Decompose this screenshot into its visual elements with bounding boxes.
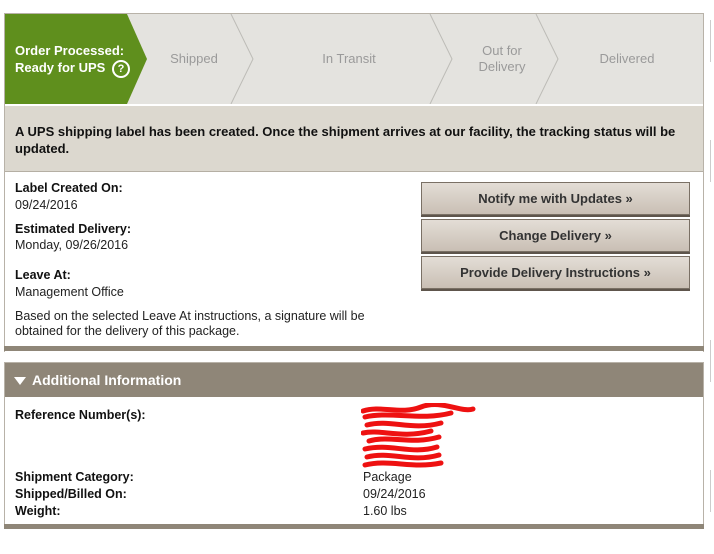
weight-label: Weight: bbox=[15, 504, 61, 518]
delivery-instructions-button[interactable]: Provide Delivery Instructions » bbox=[421, 256, 690, 289]
step-in-transit: In Transit bbox=[257, 14, 441, 104]
signature-note-line2: obtained for the delivery of this packag… bbox=[15, 324, 240, 338]
leave-at-value: Management Office bbox=[15, 285, 124, 299]
adjacent-panel-edge bbox=[710, 340, 714, 382]
additional-info-title: Additional Information bbox=[32, 372, 182, 388]
collapse-triangle-icon bbox=[14, 377, 26, 386]
redaction-scribble bbox=[361, 403, 476, 468]
step-order-processed: Order Processed: Ready for UPS ? bbox=[15, 42, 130, 78]
step-label: Delivered bbox=[599, 51, 655, 66]
step-delivered: Delivered bbox=[561, 14, 693, 104]
shipment-category-value: Package bbox=[363, 470, 412, 484]
step-out-for-delivery: Out for Delivery bbox=[455, 14, 549, 104]
help-icon[interactable]: ? bbox=[111, 59, 130, 78]
shipment-category-label: Shipment Category: bbox=[15, 470, 134, 484]
shipped-billed-value: 09/24/2016 bbox=[363, 487, 426, 501]
status-notice: A UPS shipping label has been created. O… bbox=[5, 106, 703, 172]
signature-note-line1: Based on the selected Leave At instructi… bbox=[15, 309, 365, 323]
notice-text: A UPS shipping label has been created. O… bbox=[15, 124, 676, 156]
estimated-delivery-value: Monday, 09/26/2016 bbox=[15, 238, 129, 252]
change-delivery-button[interactable]: Change Delivery » bbox=[421, 219, 690, 252]
panel-bottom-border bbox=[4, 346, 704, 351]
estimated-delivery-label: Estimated Delivery: bbox=[15, 222, 132, 236]
label-created-label: Label Created On: bbox=[15, 181, 123, 195]
step-label: Out for bbox=[482, 43, 522, 58]
panel-bottom-border bbox=[4, 524, 704, 529]
leave-at-label: Leave At: bbox=[15, 268, 71, 282]
step-active-line2: Ready for UPS bbox=[15, 60, 106, 75]
redaction-strokes bbox=[361, 403, 476, 468]
notify-updates-button[interactable]: Notify me with Updates » bbox=[421, 182, 690, 215]
progress-tracker: Order Processed: Ready for UPS ? Shipped… bbox=[5, 14, 703, 104]
step-active-line1: Order Processed: bbox=[15, 43, 125, 58]
step-label: Shipped bbox=[170, 51, 218, 66]
additional-info-panel: Additional Information Reference Number(… bbox=[4, 362, 704, 525]
adjacent-panel-edge bbox=[710, 140, 714, 182]
weight-value: 1.60 lbs bbox=[363, 504, 407, 518]
shipment-progress-panel: Order Processed: Ready for UPS ? Shipped… bbox=[4, 13, 704, 352]
step-label: In Transit bbox=[322, 51, 376, 66]
adjacent-panel-edge bbox=[710, 20, 714, 62]
adjacent-panel-edge bbox=[710, 470, 714, 512]
shipped-billed-label: Shipped/Billed On: bbox=[15, 487, 127, 501]
reference-number-label: Reference Number(s): bbox=[15, 408, 146, 422]
step-shipped: Shipped bbox=[153, 14, 235, 104]
label-created-value: 09/24/2016 bbox=[15, 198, 78, 212]
additional-info-toggle[interactable]: Additional Information bbox=[5, 363, 703, 397]
step-label: Delivery bbox=[478, 59, 526, 74]
